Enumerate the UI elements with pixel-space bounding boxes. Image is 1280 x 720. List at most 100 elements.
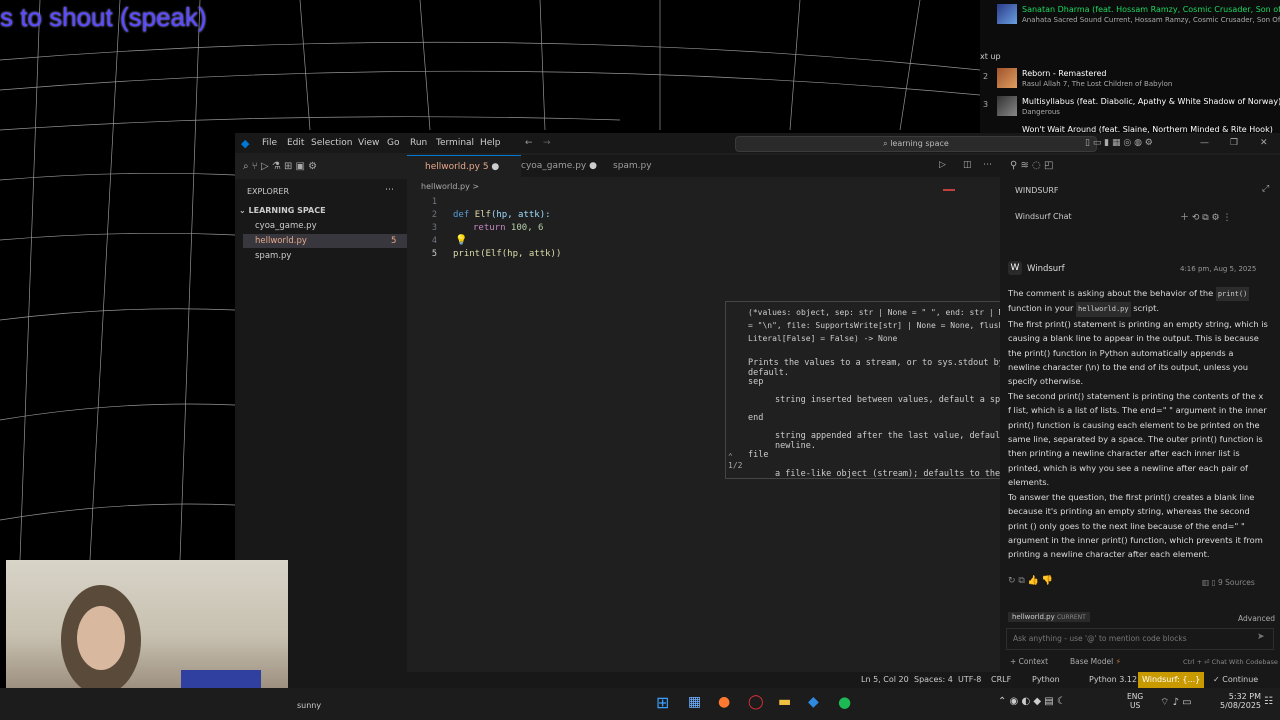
- maximize-icon[interactable]: ❐: [1230, 138, 1238, 148]
- line-number: 4: [431, 236, 437, 246]
- keyword: return: [473, 223, 506, 233]
- clock[interactable]: 5:32 PM 5/08/2025: [1220, 692, 1261, 710]
- more-icon[interactable]: ⋯: [983, 160, 992, 170]
- breadcrumb[interactable]: hellworld.py >: [421, 182, 479, 191]
- layout-icons[interactable]: ▯ ▭ ▮ ▦ ◎ ◍ ⚙: [1085, 138, 1153, 148]
- opera-icon[interactable]: ◯: [748, 694, 764, 710]
- file-label: cyoa_game.py: [255, 221, 317, 231]
- file-label: hellworld.py: [255, 236, 307, 246]
- forward-arrow-icon[interactable]: →: [543, 138, 551, 148]
- language-mode[interactable]: Python: [1032, 675, 1060, 684]
- context-label: Context: [1018, 657, 1049, 666]
- command-center-search[interactable]: ⌕ learning space: [735, 136, 1097, 152]
- text-run: The comment is asking about the behavior…: [1008, 288, 1214, 298]
- python-interpreter[interactable]: Python 3.12: [1089, 675, 1137, 684]
- continue-status[interactable]: ✓ Continue: [1213, 675, 1258, 684]
- split-editor-icon[interactable]: ◫: [963, 160, 972, 170]
- file-explorer-icon[interactable]: ▬: [778, 694, 791, 710]
- chat-actions[interactable]: ＋ ⟲ ⧉ ⚙ ⋮: [1180, 210, 1231, 223]
- menu-terminal[interactable]: Terminal: [436, 138, 474, 148]
- windows-start-icon[interactable]: ⊞: [656, 693, 669, 712]
- close-icon[interactable]: ✕: [1260, 138, 1268, 148]
- params: (hp, attk):: [490, 210, 551, 220]
- panel-icons[interactable]: ⚲ ≋ ◌ ◰: [1010, 160, 1053, 171]
- run-icon[interactable]: ▷: [939, 160, 946, 170]
- chevron-down-icon: ⌄: [239, 206, 249, 215]
- album-art: [997, 68, 1017, 88]
- editor-tabs: hellworld.py 5 ● cyoa_game.py ● spam.py …: [407, 155, 1000, 178]
- track-artist: Anahata Sacred Sound Current, Hossam Ram…: [1022, 16, 1280, 24]
- chat-paragraph: To answer the question, the first print(…: [1008, 491, 1263, 560]
- expand-icon[interactable]: ⤢: [1262, 184, 1269, 194]
- menu-view[interactable]: View: [358, 138, 379, 148]
- menu-selection[interactable]: Selection: [311, 138, 352, 148]
- notification-icon[interactable]: ☷: [1264, 696, 1273, 707]
- explorer-more-icon[interactable]: ⋯: [385, 185, 394, 195]
- language-indicator[interactable]: ENG US: [1127, 692, 1143, 710]
- file-hellworld[interactable]: hellworld.py 5: [243, 234, 415, 248]
- model-label: Base Model: [1070, 657, 1114, 666]
- param-description: string inserted between values, default …: [775, 395, 1021, 405]
- line-number: 3: [431, 223, 437, 233]
- folder-learning-space[interactable]: ⌄ LEARNING SPACE: [239, 206, 326, 215]
- windsurf-status[interactable]: Windsurf: {...}: [1138, 672, 1205, 688]
- encoding[interactable]: UTF-8: [958, 675, 981, 684]
- advanced-link[interactable]: Advanced: [1238, 614, 1275, 623]
- minimap: [943, 189, 955, 191]
- line-ending[interactable]: CRLF: [991, 675, 1011, 684]
- cursor-position[interactable]: Ln 5, Col 20: [861, 675, 909, 684]
- weather-widget[interactable]: sunny: [297, 701, 321, 710]
- file-spam[interactable]: spam.py: [243, 249, 415, 263]
- sources-label: 9 Sources: [1217, 578, 1255, 587]
- menu-go[interactable]: Go: [387, 138, 399, 148]
- clock-time: 5:32 PM: [1228, 692, 1262, 701]
- network-volume-icons[interactable]: ⌔ ♪ ▭: [1160, 696, 1192, 709]
- param-name: sep: [748, 377, 764, 387]
- queue-item[interactable]: 2 Reborn - Remastered Rasul Allah 7, The…: [980, 66, 1280, 92]
- minimize-icon[interactable]: —: [1200, 138, 1209, 148]
- menu-help[interactable]: Help: [480, 138, 501, 148]
- firefox-icon[interactable]: ●: [718, 694, 730, 710]
- chat-tab[interactable]: Windsurf Chat: [1015, 212, 1072, 221]
- tray-icons[interactable]: ⌃ ◉ ◐ ◆ ▤ ☾: [998, 696, 1066, 707]
- back-arrow-icon[interactable]: ←: [525, 138, 533, 148]
- shortcut-hint: Ctrl + ⏎ Chat With Codebase: [1183, 658, 1278, 666]
- function-name: Elf: [474, 210, 491, 220]
- tab-label: cyoa_game.py: [521, 161, 587, 171]
- windsurf-logo-icon: W: [1008, 261, 1022, 275]
- code-line-3: return 100, 6: [473, 223, 543, 233]
- code-editor[interactable]: hellworld.py > 1 2 3 4 5 def Elf(hp, att…: [407, 179, 1025, 688]
- context-file-chip[interactable]: hellworld.py CURRENT: [1008, 612, 1090, 622]
- windows-taskbar: sunny ⊞ ▦ ● ◯ ▬ ◆ ● ⌃ ◉ ◐ ◆ ▤ ☾ ENG US ⌔ …: [0, 688, 1280, 720]
- file-cyoa-game[interactable]: cyoa_game.py: [243, 219, 415, 233]
- menu-edit[interactable]: Edit: [287, 138, 304, 148]
- feedback-icons[interactable]: ↻ ⧉ 👍 👎: [1008, 576, 1053, 586]
- return-values: 100, 6: [505, 223, 544, 233]
- queue-item[interactable]: 3 Multisyllabus (feat. Diabolic, Apathy …: [980, 94, 1280, 120]
- vscode-taskbar-icon[interactable]: ◆: [808, 694, 819, 710]
- track-number: 3: [983, 100, 989, 109]
- spotify-icon[interactable]: ●: [838, 693, 851, 711]
- track-title: Reborn - Remastered: [1022, 69, 1107, 78]
- toolbar-icons[interactable]: ⌕ ⑂ ▷ ⚗ ⊞ ▣ ⚙: [243, 161, 317, 172]
- sources-link[interactable]: ▥ ▯ 9 Sources: [1202, 578, 1255, 587]
- pager-label: 1/2: [728, 461, 743, 470]
- tab-spam[interactable]: spam.py: [595, 155, 683, 177]
- model-selector[interactable]: Base Model ⚡: [1070, 657, 1121, 666]
- context-button[interactable]: + Context: [1010, 657, 1048, 666]
- send-icon[interactable]: ➤: [1257, 632, 1265, 642]
- inline-code: hellworld.py: [1076, 302, 1131, 317]
- indentation[interactable]: Spaces: 4: [914, 675, 953, 684]
- signature-pager[interactable]: ⌃ 1/2: [728, 452, 742, 470]
- calculator-icon[interactable]: ▦: [688, 694, 701, 710]
- menu-run[interactable]: Run: [410, 138, 427, 148]
- now-playing-track[interactable]: Sanatan Dharma (feat. Hossam Ramzy, Cosm…: [980, 2, 1280, 28]
- line-number: 5: [431, 249, 437, 259]
- track-artist: Dangerous: [1022, 108, 1060, 116]
- code-line-2: def Elf(hp, attk):: [453, 210, 551, 220]
- param-description: a file-like object (stream); defaults to…: [775, 469, 1001, 479]
- chat-input[interactable]: Ask anything - use '@' to mention code b…: [1006, 628, 1274, 650]
- menu-file[interactable]: File: [262, 138, 277, 148]
- param-name: file: [748, 450, 769, 460]
- lightbulb-icon[interactable]: 💡: [455, 235, 467, 246]
